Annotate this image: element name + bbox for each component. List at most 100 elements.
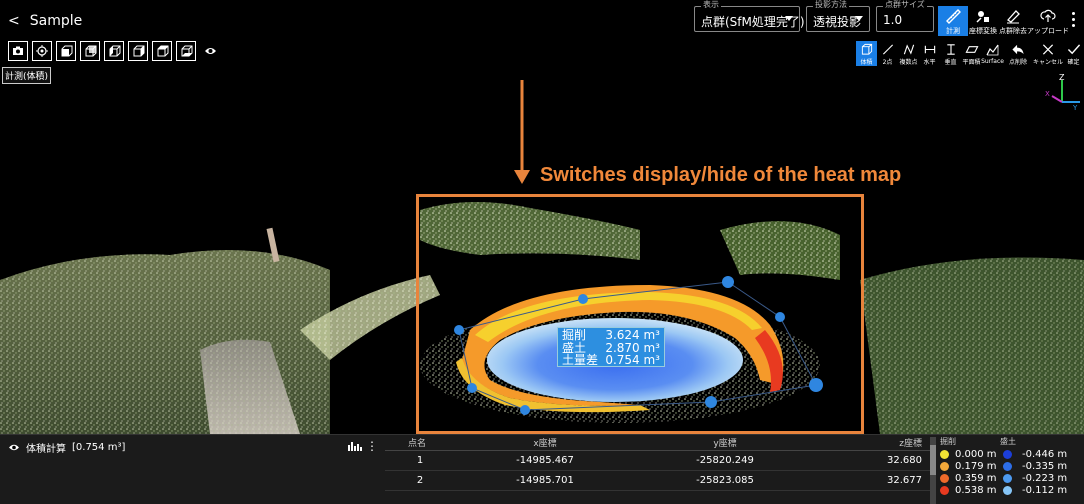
- undo-icon: [1012, 44, 1024, 55]
- view-toolbar: [8, 41, 220, 61]
- table-row[interactable]: 2 -14985.701 -25823.085 32.677: [385, 470, 932, 491]
- legend-cut-value: 0.359 m: [955, 472, 997, 484]
- tool-eraser-button[interactable]: 点群除去: [998, 6, 1028, 36]
- camera-icon: [13, 46, 23, 55]
- measure-vertical-button[interactable]: 垂直: [940, 41, 961, 66]
- legend-fill-swatch: [1003, 461, 1012, 471]
- view-right-button[interactable]: [128, 41, 148, 61]
- cube-left-icon: [109, 45, 120, 56]
- legend-header-cut: 掘削: [940, 437, 956, 446]
- heat-map-toggle-icon[interactable]: [348, 442, 362, 451]
- measure-horizontal-button[interactable]: 水平: [919, 41, 940, 66]
- legend-fill-swatch: [1003, 473, 1012, 483]
- legend-row: 0.179 m -0.335 m: [940, 460, 1084, 472]
- tool-label: 点群除去: [999, 27, 1027, 35]
- view-bottom-button[interactable]: [176, 41, 196, 61]
- legend-row: 0.000 m -0.446 m: [940, 448, 1084, 460]
- cell-name: 2: [385, 470, 455, 491]
- point-size-value: 1.0: [883, 13, 903, 27]
- confirm-button[interactable]: 確定: [1063, 41, 1084, 66]
- cell-y: -25823.085: [635, 470, 815, 491]
- legend-fill-value: -0.112 m: [1022, 484, 1068, 496]
- legend-cut-swatch: [940, 473, 949, 483]
- view-back-button[interactable]: [80, 41, 100, 61]
- vertical-icon: [946, 44, 955, 55]
- eye-icon[interactable]: [8, 443, 20, 452]
- legend-cut-swatch: [940, 461, 949, 471]
- legend-fill-value: -0.446 m: [1022, 448, 1068, 460]
- line-icon: [882, 44, 893, 55]
- cell-name: 1: [385, 450, 455, 471]
- cube-icon: [861, 43, 872, 55]
- upload-icon: [1040, 9, 1056, 22]
- cube-right-icon: [133, 45, 144, 56]
- cube-bottom-icon: [181, 45, 192, 56]
- measure-toolbar: 体積 2点 複数点 水平 垂直 平面積 Surface 点削除 キャンセル 確定: [856, 41, 1084, 66]
- annotation-caption: Switches display/hide of the heat map: [540, 164, 902, 186]
- projection-caption: 投影方法: [813, 0, 849, 10]
- measure-two-point-button[interactable]: 2点: [877, 41, 898, 66]
- volume-panel-title: 体積計算: [26, 443, 66, 455]
- points-table: 点名 x座標 y座標 z座標 1 -14985.467 -25820.249 3…: [385, 436, 932, 491]
- cell-x: -14985.467: [455, 450, 635, 471]
- legend-row: 0.359 m -0.223 m: [940, 472, 1084, 484]
- legend-fill-value: -0.223 m: [1022, 472, 1068, 484]
- points-table-wrapper: 点名 x座標 y座標 z座標 1 -14985.467 -25820.249 3…: [385, 436, 932, 491]
- col-header-y: y座標: [635, 436, 815, 451]
- visibility-button[interactable]: [200, 41, 220, 61]
- measure-multi-point-button[interactable]: 複数点: [898, 41, 919, 66]
- eraser-icon: [1007, 10, 1020, 24]
- legend-cut-swatch: [940, 485, 949, 495]
- measure-label: 平面積: [962, 59, 981, 66]
- measure-label: 垂直: [944, 59, 957, 66]
- close-icon: [1042, 44, 1054, 55]
- tool-transform-button[interactable]: 座標変換: [968, 6, 998, 36]
- legend-cut-value: 0.000 m: [955, 448, 997, 460]
- tool-upload-button[interactable]: アップロード: [1027, 6, 1069, 36]
- target-icon: [36, 45, 48, 57]
- table-scrollbar[interactable]: [930, 437, 936, 504]
- horizontal-icon: [924, 45, 935, 54]
- polyline-icon: [903, 44, 914, 55]
- measure-label: 水平: [923, 59, 936, 66]
- check-icon: [1067, 44, 1080, 55]
- cell-z: 32.677: [815, 470, 932, 491]
- cube-top-icon: [157, 45, 168, 56]
- more-menu-icon[interactable]: [1072, 12, 1076, 30]
- legend-cut-value: 0.179 m: [955, 460, 997, 472]
- transform-icon: [976, 11, 989, 23]
- cell-y: -25820.249: [635, 450, 815, 471]
- target-button[interactable]: [32, 41, 52, 61]
- back-button[interactable]: < Sample: [8, 13, 82, 29]
- cube-front-icon: [61, 45, 72, 56]
- measure-area-button[interactable]: 平面積: [961, 41, 982, 66]
- cancel-button[interactable]: キャンセル: [1033, 41, 1063, 66]
- table-row[interactable]: 1 -14985.467 -25820.249 32.680: [385, 450, 932, 471]
- tool-measure-button[interactable]: 計測: [938, 6, 968, 36]
- chevron-down-icon: [785, 16, 793, 21]
- col-header-x: x座標: [455, 436, 635, 451]
- legend-fill-swatch: [1003, 449, 1012, 459]
- legend-row: 0.538 m -0.112 m: [940, 484, 1084, 496]
- measure-volume-button[interactable]: 体積: [856, 41, 877, 66]
- camera-button[interactable]: [8, 41, 28, 61]
- cell-x: -14985.701: [455, 470, 635, 491]
- tool-label: アップロード: [1027, 27, 1069, 35]
- delete-point-button[interactable]: 点削除: [1003, 41, 1033, 66]
- display-caption: 表示: [701, 0, 721, 10]
- view-left-button[interactable]: [104, 41, 124, 61]
- view-top-button[interactable]: [152, 41, 172, 61]
- measure-label: 2点: [882, 59, 893, 66]
- scrollbar-thumb[interactable]: [930, 445, 936, 475]
- volume-panel-menu-icon[interactable]: ⋮: [366, 439, 378, 453]
- point-size-input[interactable]: 点群サイズ 1.0: [876, 0, 934, 32]
- projection-select[interactable]: 投影方法 透視投影: [806, 0, 870, 32]
- display-select[interactable]: 表示 点群(SfM処理完了): [694, 0, 805, 32]
- legend-cut-value: 0.538 m: [955, 484, 997, 496]
- measure-surface-button[interactable]: Surface: [981, 41, 1004, 66]
- measure-label: 複数点: [899, 59, 918, 66]
- tool-label: 座標変換: [969, 27, 997, 35]
- legend-header-fill: 盛土: [1000, 437, 1016, 446]
- view-front-button[interactable]: [56, 41, 76, 61]
- measure-label: 体積: [860, 59, 873, 66]
